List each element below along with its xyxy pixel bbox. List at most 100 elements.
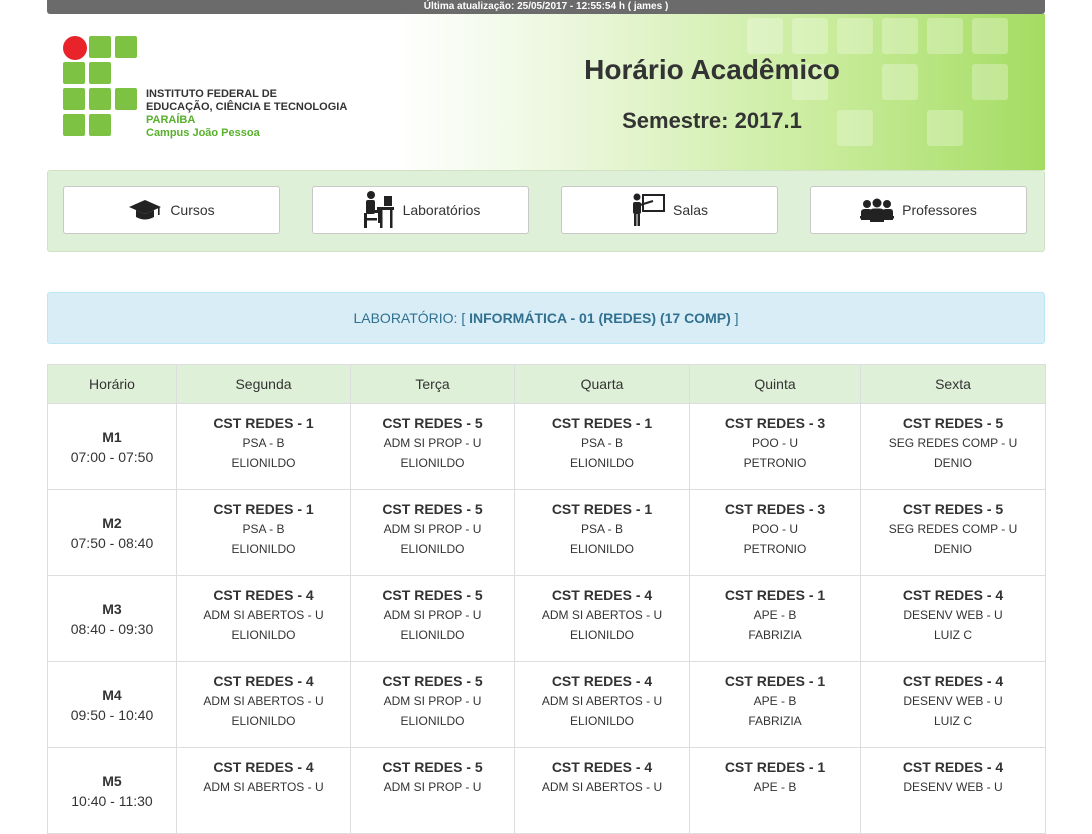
teacher-name: PETRONIO — [743, 542, 807, 556]
course-name: CST REDES - 5 — [382, 587, 483, 603]
professores-label: Professores — [902, 202, 977, 218]
lab-prefix: LABORATÓRIO: [ — [353, 310, 466, 326]
course-name: CST REDES - 4 — [902, 759, 1004, 775]
course-name: CST REDES - 4 — [551, 759, 653, 775]
subject-name: ADM SI ABERTOS - U — [541, 694, 663, 708]
slot-time: 07:00 - 07:50 — [70, 448, 154, 465]
course-name: CST REDES - 4 — [213, 587, 314, 603]
graduation-cap-icon — [129, 200, 162, 220]
subject-name: DESENV WEB - U — [903, 608, 1003, 622]
teacher-name: ELIONILDO — [400, 714, 465, 728]
subject-name: ADM SI PROP - U — [383, 522, 482, 536]
subject-name: POO - U — [751, 436, 798, 450]
time-slot-cell: M5 10:40 - 11:30 — [47, 747, 177, 834]
time-slot-cell: M3 08:40 - 09:30 — [47, 575, 177, 662]
group-icon — [860, 198, 895, 222]
subject-name: POO - U — [751, 522, 798, 536]
column-header-quarta: Quarta — [514, 364, 690, 404]
course-name: CST REDES - 4 — [551, 587, 653, 603]
time-slot-cell: M2 07:50 - 08:40 — [47, 489, 177, 576]
professores-button[interactable]: Professores — [810, 186, 1027, 234]
subject-name: APE - B — [753, 694, 797, 708]
column-header-quinta: Quinta — [689, 364, 861, 404]
course-name: CST REDES - 3 — [724, 415, 826, 431]
cursos-label: Cursos — [170, 202, 215, 218]
page-header: INSTITUTO FEDERAL DE EDUCAÇÃO, CIÊNCIA E… — [47, 14, 1045, 170]
subject-name: ADM SI PROP - U — [383, 780, 482, 794]
schedule-cell: CST REDES - 4 ADM SI ABERTOS - U ELIONILDO — [514, 575, 690, 662]
salas-label: Salas — [672, 202, 709, 218]
lab-name: INFORMÁTICA - 01 (REDES) (17 COMP) — [469, 310, 731, 326]
subject-name: ADM SI PROP - U — [383, 608, 482, 622]
subject-name: ADM SI ABERTOS - U — [541, 608, 663, 622]
subject-name: APE - B — [753, 780, 797, 794]
schedule-cell: CST REDES - 5 SEG REDES COMP - U DENIO — [860, 403, 1046, 490]
table-header-row: Horário Segunda Terça Quarta Quinta Sext… — [47, 364, 1046, 404]
slot-time: 07:50 - 08:40 — [70, 534, 154, 551]
teacher-name: LUIZ C — [933, 714, 972, 728]
teacher-name: FABRIZIA — [748, 628, 802, 642]
subject-name: ADM SI ABERTOS - U — [203, 780, 324, 794]
teacher-name: DENIO — [933, 456, 972, 470]
course-name: CST REDES - 4 — [902, 587, 1004, 603]
schedule-cell: CST REDES - 4 DESENV WEB - U — [860, 747, 1046, 834]
slot-time: 09:50 - 10:40 — [70, 706, 154, 723]
schedule-cell: CST REDES - 5 ADM SI PROP - U — [350, 747, 515, 834]
salas-button[interactable]: Salas — [561, 186, 778, 234]
table-row: M4 09:50 - 10:40 CST REDES - 4 ADM SI ABERT… — [47, 661, 1046, 748]
laboratorios-label: Laboratórios — [402, 202, 481, 218]
teacher-name: ELIONILDO — [569, 456, 635, 470]
schedule-cell: CST REDES - 5 SEG REDES COMP - U DENIO — [860, 489, 1046, 576]
subject-name: PSA - B — [580, 522, 624, 536]
teacher-name: FABRIZIA — [748, 714, 802, 728]
schedule-cell: CST REDES - 1 APE - B — [689, 747, 861, 834]
slot-time: 10:40 - 11:30 — [71, 792, 153, 809]
schedule-cell: CST REDES - 1 PSA - B ELIONILDO — [514, 489, 690, 576]
computer-desk-icon — [363, 191, 394, 228]
schedule-cell: CST REDES - 1 PSA - B ELIONILDO — [176, 403, 351, 490]
subject-name: ADM SI ABERTOS - U — [203, 694, 324, 708]
column-header-terca: Terça — [350, 364, 515, 404]
course-name: CST REDES - 4 — [213, 673, 314, 689]
table-row: M2 07:50 - 08:40 CST REDES - 1 PSA - B ELION… — [47, 489, 1046, 576]
schedule-cell: CST REDES - 1 PSA - B ELIONILDO — [514, 403, 690, 490]
course-name: CST REDES - 1 — [551, 501, 653, 517]
slot-code: M5 — [102, 772, 122, 789]
subject-name: DESENV WEB - U — [903, 694, 1003, 708]
course-name: CST REDES - 5 — [902, 415, 1004, 431]
slot-code: M4 — [102, 686, 122, 703]
course-name: CST REDES - 1 — [724, 673, 826, 689]
schedule-cell: CST REDES - 1 APE - B FABRIZIA — [689, 575, 861, 662]
schedule-cell: CST REDES - 5 ADM SI PROP - U ELIONILDO — [350, 489, 515, 576]
teacher-name: ELIONILDO — [400, 542, 465, 556]
teacher-name: ELIONILDO — [569, 542, 635, 556]
ifpb-logo — [63, 36, 143, 142]
laboratorios-button[interactable]: Laboratórios — [312, 186, 529, 234]
table-row: M3 08:40 - 09:30 CST REDES - 4 ADM SI ABERT… — [47, 575, 1046, 662]
teacher-name: LUIZ C — [933, 628, 972, 642]
teacher-name: ELIONILDO — [231, 714, 296, 728]
schedule-cell: CST REDES - 4 ADM SI ABERTOS - U ELIONILDO — [176, 661, 351, 748]
cursos-button[interactable]: Cursos — [63, 186, 280, 234]
institution-name: INSTITUTO FEDERAL DE EDUCAÇÃO, CIÊNCIA E… — [146, 88, 348, 139]
schedule-cell: CST REDES - 4 ADM SI ABERTOS - U — [176, 747, 351, 834]
course-name: CST REDES - 5 — [382, 759, 483, 775]
schedule-cell: CST REDES - 5 ADM SI PROP - U ELIONILDO — [350, 661, 515, 748]
course-name: CST REDES - 4 — [902, 673, 1004, 689]
subject-name: PSA - B — [242, 522, 285, 536]
subject-name: ADM SI PROP - U — [383, 694, 482, 708]
time-slot-cell: M1 07:00 - 07:50 — [47, 403, 177, 490]
subject-name: SEG REDES COMP - U — [888, 522, 1018, 536]
course-name: CST REDES - 4 — [551, 673, 653, 689]
slot-time: 08:40 - 09:30 — [70, 620, 154, 637]
schedule-cell: CST REDES - 4 ADM SI ABERTOS - U — [514, 747, 690, 834]
course-name: CST REDES - 1 — [724, 759, 826, 775]
subject-name: ADM SI PROP - U — [383, 436, 482, 450]
subject-name: ADM SI ABERTOS - U — [541, 780, 663, 794]
course-name: CST REDES - 1 — [724, 587, 826, 603]
last-update-bar: Última atualização: 25/05/2017 - 12:55:5… — [47, 0, 1045, 14]
lab-info-banner: LABORATÓRIO: [ INFORMÁTICA - 01 (REDES) … — [47, 292, 1045, 344]
column-header-horario: Horário — [47, 364, 177, 404]
schedule-cell: CST REDES - 5 ADM SI PROP - U ELIONILDO — [350, 575, 515, 662]
schedule-table: Horário Segunda Terça Quarta Quinta Sext… — [47, 364, 1046, 834]
